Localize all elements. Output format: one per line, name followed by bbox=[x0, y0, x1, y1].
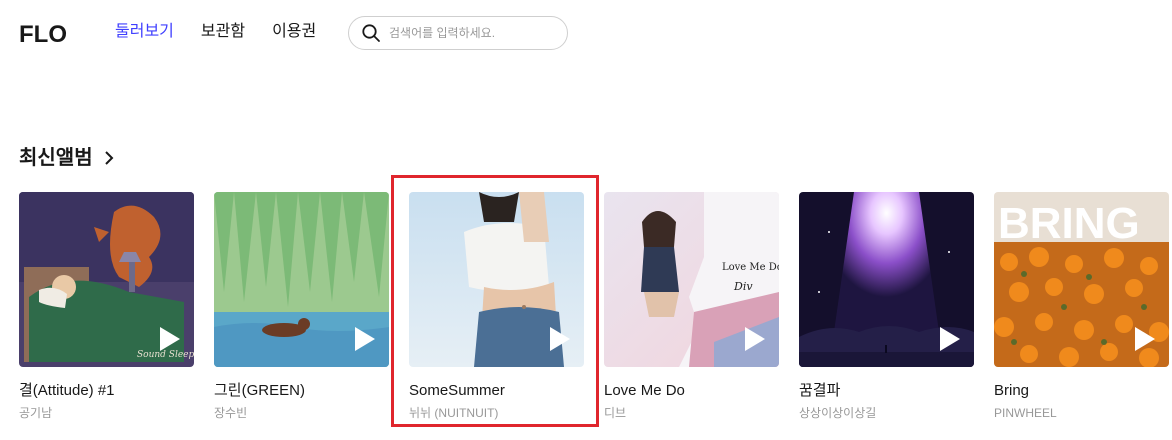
svg-text:Love Me Do: Love Me Do bbox=[722, 262, 779, 273]
main-nav: 둘러보기 보관함 이용권 bbox=[115, 20, 343, 44]
play-icon[interactable] bbox=[743, 325, 767, 353]
album-title[interactable]: 꿈결파 bbox=[799, 381, 974, 401]
svg-text:FLO: FLO bbox=[19, 22, 67, 46]
album-title[interactable]: 결(Attitude) #1 bbox=[19, 381, 194, 401]
highlight-box bbox=[391, 175, 599, 427]
album-cover[interactable]: Sound Sleep bbox=[19, 192, 194, 367]
nav-membership[interactable]: 이용권 bbox=[272, 20, 316, 44]
search-icon bbox=[362, 24, 380, 42]
album-cover[interactable]: Love Me Do Div bbox=[604, 192, 779, 367]
play-icon[interactable] bbox=[353, 325, 377, 353]
album-card[interactable]: 그린(GREEN) 장수빈 bbox=[214, 192, 389, 421]
album-cover[interactable] bbox=[214, 192, 389, 367]
nav-library[interactable]: 보관함 bbox=[201, 20, 245, 44]
flo-logo[interactable]: FLO bbox=[19, 22, 75, 46]
album-card[interactable]: Sound Sleep 결(Attitude) #1 공기남 bbox=[19, 192, 194, 421]
album-title[interactable]: Bring bbox=[994, 381, 1169, 401]
search-input[interactable] bbox=[389, 26, 549, 40]
album-cover[interactable] bbox=[799, 192, 974, 367]
nav-browse[interactable]: 둘러보기 bbox=[115, 20, 174, 44]
album-card[interactable]: BRING Bring PINWHEEL bbox=[994, 192, 1169, 421]
album-title[interactable]: 그린(GREEN) bbox=[214, 381, 389, 401]
album-artist[interactable]: 디브 bbox=[604, 405, 779, 421]
svg-text:Div: Div bbox=[733, 280, 753, 293]
album-artist[interactable]: 공기남 bbox=[19, 405, 194, 421]
chevron-right-icon bbox=[104, 151, 114, 165]
album-card[interactable]: Love Me Do Div Love Me Do 디브 bbox=[604, 192, 779, 421]
album-title[interactable]: Love Me Do bbox=[604, 381, 779, 401]
play-icon[interactable] bbox=[938, 325, 962, 353]
album-artist[interactable]: 장수빈 bbox=[214, 405, 389, 421]
svg-text:BRING: BRING bbox=[998, 199, 1140, 248]
latest-albums-header[interactable]: 최신앨범 bbox=[19, 144, 115, 172]
play-icon[interactable] bbox=[158, 325, 182, 353]
album-artist[interactable]: 상상이상이상길 bbox=[799, 405, 974, 421]
album-cover[interactable]: BRING bbox=[994, 192, 1169, 367]
album-artist[interactable]: PINWHEEL bbox=[994, 405, 1169, 421]
play-icon[interactable] bbox=[1133, 325, 1157, 353]
search-box[interactable] bbox=[348, 16, 568, 50]
section-title: 최신앨범 bbox=[19, 147, 93, 169]
album-card[interactable]: 꿈결파 상상이상이상길 bbox=[799, 192, 974, 421]
